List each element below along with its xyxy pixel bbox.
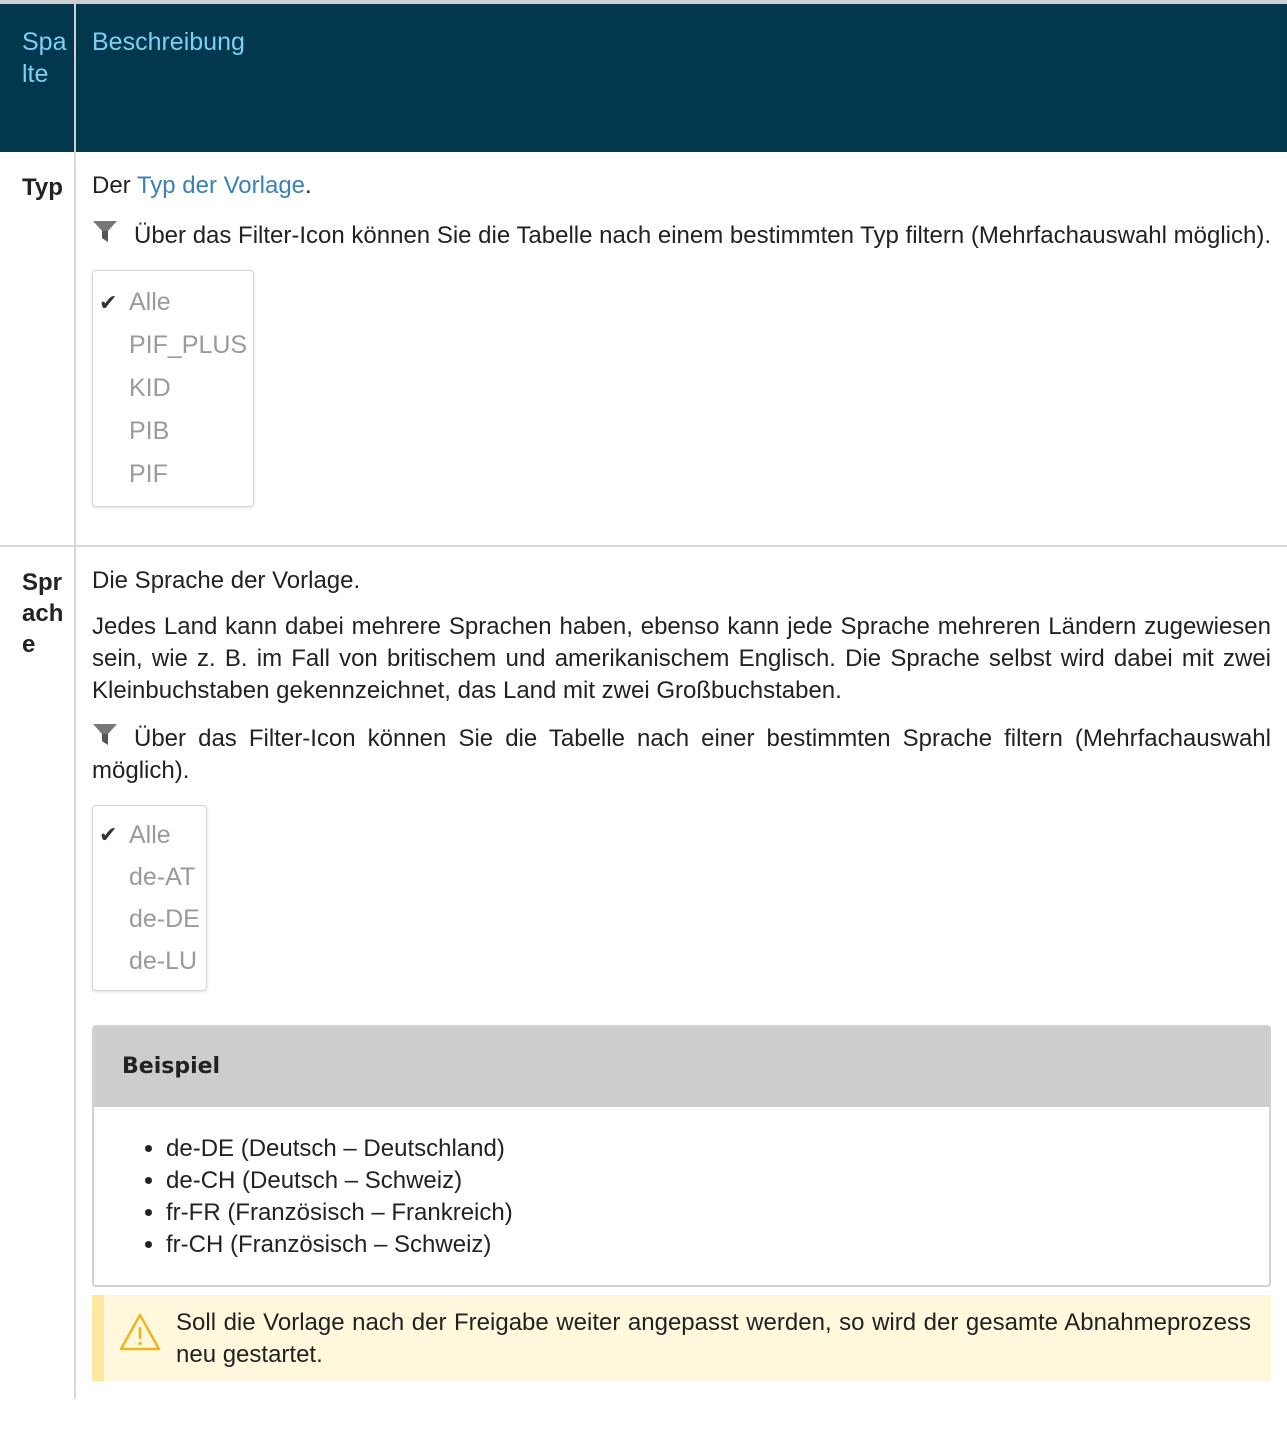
table-row-sprache: Sprache Die Sprache der Vorlage. Jedes L… [0,546,1287,1399]
list-item: fr-CH (Französisch – Schweiz) [166,1229,1269,1261]
description-table: Spalte Beschreibung Typ Der Typ der Vorl… [0,0,1287,1399]
typ-filter-hint: Über das Filter-Icon können Sie die Tabe… [92,220,1271,252]
sprache-intro: Die Sprache der Vorlage. [92,567,361,594]
filter-option-kid[interactable]: KID [99,367,247,410]
example-box: Beispiel de-DE (Deutsch – Deutschland) d… [92,1025,1271,1287]
filter-option-de-at[interactable]: de-AT [99,856,200,898]
typ-intro-suffix: . [305,172,312,199]
filter-option-de-lu[interactable]: de-LU [99,940,200,982]
filter-option-label: Alle [129,821,171,849]
table-row-typ: Typ Der Typ der Vorlage. Über das Filter… [0,152,1287,547]
warning-text: Soll die Vorlage nach der Freigabe weite… [176,1309,1251,1368]
warning-icon [119,1313,161,1351]
row-description-typ: Der Typ der Vorlage. Über das Filter-Ico… [75,152,1287,547]
filter-option-label: Alle [129,288,171,316]
row-description-sprache: Die Sprache der Vorlage. Jedes Land kann… [75,546,1287,1399]
typ-filter-text: Über das Filter-Icon können Sie die Tabe… [134,222,1271,249]
check-icon: ✔ [99,822,118,847]
sprache-paragraph: Jedes Land kann dabei mehrere Sprachen h… [92,613,1271,704]
list-item: de-DE (Deutsch – Deutschland) [166,1133,1269,1165]
header-column-beschreibung: Beschreibung [75,0,1287,152]
filter-icon [93,221,117,242]
filter-option-pib[interactable]: PIB [99,410,247,453]
filter-option-label: PIF [129,460,168,488]
filter-option-pif[interactable]: PIF [99,453,247,496]
example-list: de-DE (Deutsch – Deutschland) de-CH (Deu… [94,1107,1269,1285]
row-name-typ: Typ [0,152,76,547]
header-column-spalte: Spalte [0,0,76,152]
filter-option-label: de-AT [129,863,196,891]
filter-option-label: KID [129,374,171,402]
filter-option-alle[interactable]: ✔ Alle [99,281,247,324]
warning-note: Soll die Vorlage nach der Freigabe weite… [92,1295,1271,1381]
filter-icon [93,724,117,745]
filter-option-label: de-DE [129,905,200,933]
table-header-row: Spalte Beschreibung [0,0,1287,152]
sprache-filter-hint: Über das Filter-Icon können Sie die Tabe… [92,723,1271,787]
check-icon: ✔ [99,290,118,315]
typ-intro-prefix: Der [92,172,137,199]
typ-filter-dropdown: ✔ Alle PIF_PLUS KID PIB PIF [92,270,255,507]
filter-option-label: de-LU [129,947,198,975]
filter-option-pif-plus[interactable]: PIF_PLUS [99,324,247,367]
typ-der-vorlage-link[interactable]: Typ der Vorlage [137,172,305,199]
filter-option-alle[interactable]: ✔ Alle [99,814,200,856]
filter-option-de-de[interactable]: de-DE [99,898,200,940]
row-name-sprache: Sprache [0,546,76,1399]
filter-option-label: PIF_PLUS [129,331,248,359]
typ-intro: Der Typ der Vorlage. [92,170,1271,202]
list-item: fr-FR (Französisch – Frankreich) [166,1197,1269,1229]
list-item: de-CH (Deutsch – Schweiz) [166,1165,1269,1197]
sprache-filter-dropdown: ✔ Alle de-AT de-DE de-LU [92,805,207,991]
sprache-filter-text: Über das Filter-Icon können Sie die Tabe… [92,725,1271,784]
filter-option-label: PIB [129,417,170,445]
example-title: Beispiel [94,1027,1269,1107]
